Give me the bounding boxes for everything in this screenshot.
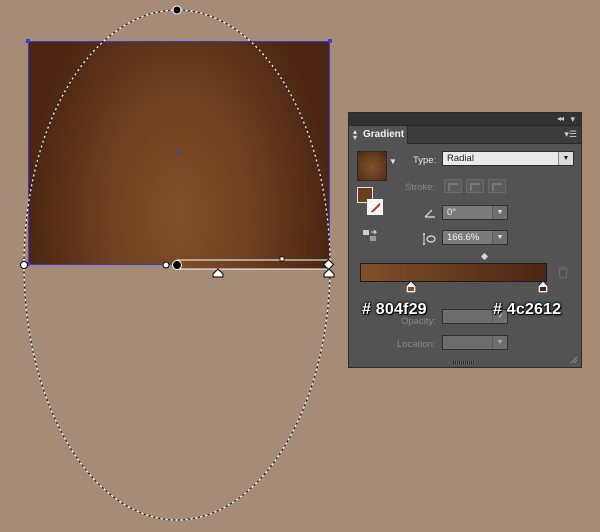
annotator-stop-right[interactable] — [323, 268, 335, 278]
aspect-ratio-field[interactable]: 166.6% ▼ — [442, 230, 508, 245]
panel-tab-row: ▴ ▾ Gradient ▾☰ — [349, 126, 581, 144]
stroke-along-button[interactable] — [466, 179, 484, 193]
gradient-thumbnail[interactable] — [357, 151, 387, 181]
aspect-ratio-icon — [423, 233, 436, 245]
ellipse-left-handle[interactable] — [20, 261, 28, 269]
reverse-gradient-icon[interactable] — [362, 229, 378, 243]
angle-value: 0° — [447, 207, 457, 218]
chevron-down-icon: ▼ — [492, 336, 507, 349]
type-label: Type: — [413, 155, 437, 166]
stroke-swatch-none[interactable] — [367, 199, 383, 215]
left-color-hex-annotation: # 804f29 — [362, 301, 427, 318]
annotator-top-midpoint[interactable] — [279, 256, 285, 262]
chevron-down-icon: ▼ — [492, 206, 507, 219]
location-label: Location: — [397, 339, 436, 350]
gradient-slider[interactable] — [360, 263, 547, 282]
type-select[interactable]: Radial ▼ — [442, 151, 574, 166]
aspect-ratio-value: 166.6% — [447, 232, 480, 243]
stroke-within-button[interactable] — [444, 179, 462, 193]
tab-stepper-icon: ▴ ▾ — [353, 127, 358, 142]
midpoint-diamond[interactable] — [480, 252, 489, 261]
panel-menu-icon[interactable]: ▾☰ — [564, 129, 577, 139]
gradient-annotator-bar[interactable] — [176, 259, 331, 270]
angle-field[interactable]: 0° ▼ — [442, 205, 508, 220]
stroke-label: Stroke: — [405, 182, 436, 193]
right-color-hex-annotation: # 4c2612 — [493, 301, 562, 318]
annotator-stop-left[interactable] — [212, 268, 224, 278]
chevron-down-icon[interactable]: ▼ — [389, 157, 397, 166]
annotator-origin-handle[interactable] — [172, 260, 182, 270]
ellipse-top-handle[interactable] — [172, 5, 182, 15]
panel-bottom-grip[interactable] — [453, 361, 475, 364]
close-icon[interactable]: ▾ — [570, 113, 575, 125]
center-point — [177, 151, 180, 154]
double-chevron-left-icon[interactable]: ◂◂ — [557, 113, 564, 125]
tab-gradient-label: Gradient — [363, 129, 405, 140]
color-stop-left[interactable] — [406, 281, 416, 293]
gradient-panel: ◂◂ ▾ ▴ ▾ Gradient ▾☰ ▼ Type: Radial ▼ Str… — [348, 112, 582, 368]
tab-gradient[interactable]: ▴ ▾ Gradient — [349, 126, 408, 144]
stroke-across-button[interactable] — [488, 179, 506, 193]
location-field[interactable]: ▼ — [442, 335, 508, 350]
resize-grip-icon[interactable] — [570, 356, 578, 364]
annotator-origin-small[interactable] — [162, 261, 170, 269]
selection-handle[interactable] — [328, 39, 332, 43]
color-stop-right[interactable] — [538, 281, 548, 293]
selection-handle[interactable] — [26, 39, 30, 43]
chevron-down-icon: ▼ — [492, 231, 507, 244]
chevron-down-icon: ▼ — [558, 152, 573, 165]
panel-title-bar[interactable]: ◂◂ ▾ — [349, 113, 581, 126]
trash-icon[interactable] — [557, 266, 569, 279]
angle-icon — [424, 209, 435, 218]
type-select-value: Radial — [447, 153, 474, 164]
